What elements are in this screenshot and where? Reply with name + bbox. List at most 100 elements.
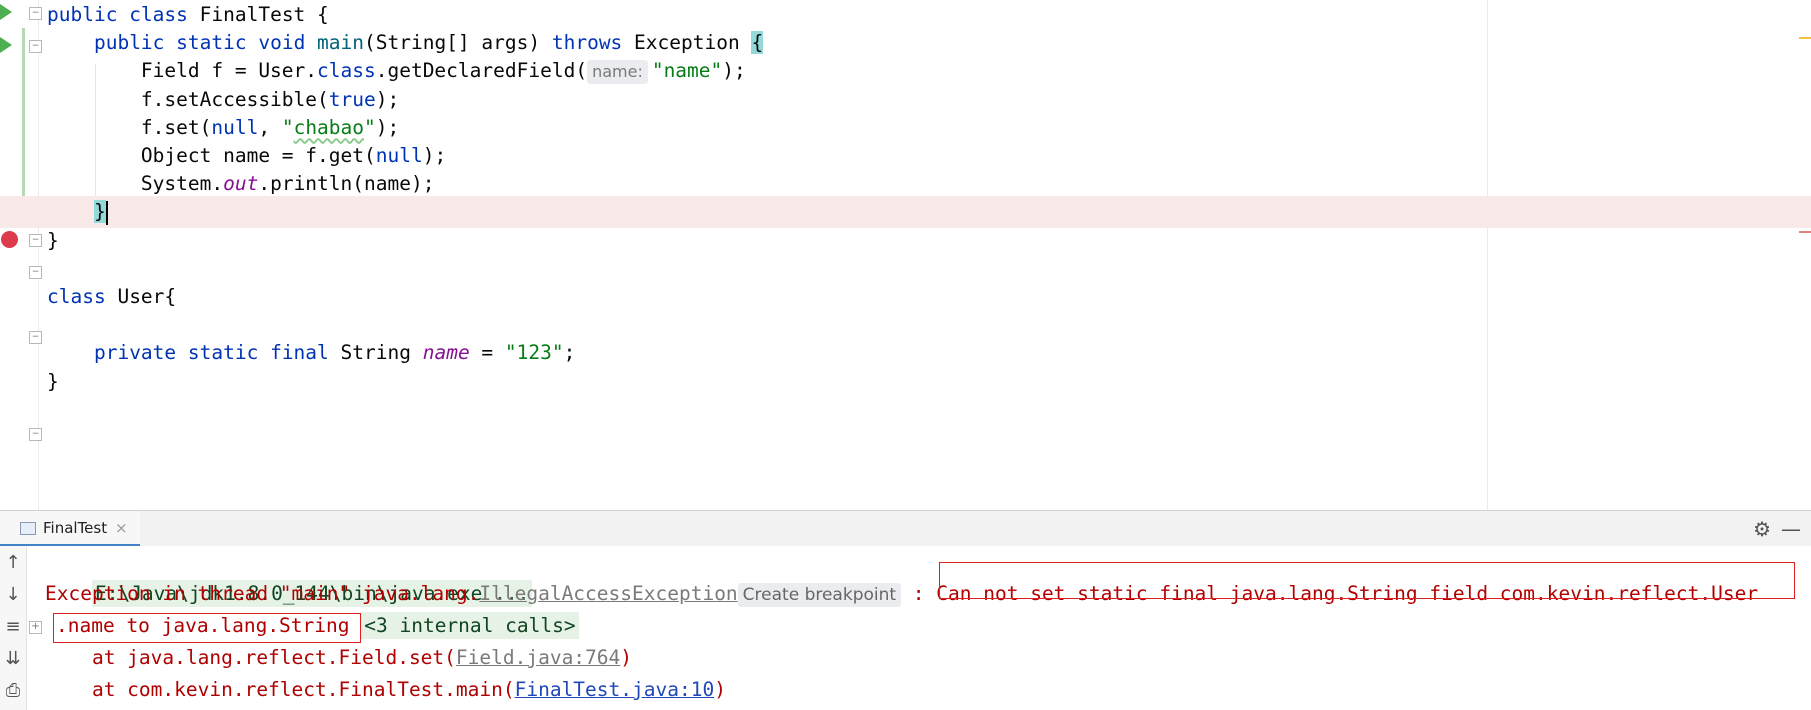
- code-line-text[interactable]: Object name = f.get(null);: [47, 140, 446, 172]
- exception-colon: :: [901, 582, 937, 605]
- code-line[interactable]: public static void main(String[] args) t…: [0, 27, 1811, 59]
- annotation-box-message: [939, 562, 1795, 599]
- console-tab-icon: [20, 522, 36, 535]
- annotation-box-message-cont: [53, 613, 361, 643]
- code-token: Field f = User.: [47, 59, 318, 83]
- fold-user-class-end-icon[interactable]: −: [29, 428, 42, 441]
- code-line[interactable]: private static final String name = "123"…: [0, 337, 1811, 369]
- code-line[interactable]: }: [0, 225, 1811, 257]
- code-token: "name": [651, 59, 723, 83]
- code-line[interactable]: f.setAccessible(true);: [0, 84, 1811, 116]
- down-arrow-icon[interactable]: ↓: [0, 584, 26, 605]
- code-token: static: [176, 31, 259, 55]
- expand-internal-calls-icon[interactable]: +: [29, 621, 42, 634]
- code-token: (String[] args): [364, 31, 552, 55]
- code-token: ,: [258, 115, 282, 139]
- code-line[interactable]: f.set(null, "chabao");: [0, 112, 1811, 144]
- run-tab-label: FinalTest: [43, 519, 108, 537]
- code-token: void: [258, 31, 318, 55]
- code-token: ": [281, 115, 294, 139]
- code-token: public: [93, 31, 177, 55]
- scroll-to-end-icon[interactable]: ⇊: [0, 648, 26, 669]
- code-token: name: [422, 341, 470, 365]
- code-token: true: [328, 87, 376, 111]
- code-line-text[interactable]: }: [47, 366, 59, 398]
- trace1-link[interactable]: Field.java:764: [456, 646, 620, 669]
- console-toolbar: ↑ ↓ ≡ ⇊ ⎙: [0, 546, 27, 710]
- code-token: class: [317, 59, 376, 83]
- run-tab-finaltest[interactable]: FinalTest ×: [0, 511, 140, 547]
- code-token: "123": [504, 341, 564, 365]
- code-line[interactable]: }: [0, 196, 1811, 229]
- trace2-suffix: ): [714, 678, 726, 701]
- matched-brace: {: [751, 31, 764, 55]
- code-line[interactable]: }: [0, 366, 1811, 398]
- stack-trace-line-1: at java.lang.reflect.Field.set(Field.jav…: [45, 642, 632, 674]
- code-token: private: [93, 341, 188, 365]
- code-token: Exception: [634, 31, 752, 55]
- exception-class-link[interactable]: IllegalAccessException: [479, 582, 737, 605]
- code-token: null: [375, 144, 423, 167]
- code-token: FinalTest {: [199, 3, 329, 26]
- code-token: class: [47, 285, 118, 308]
- matched-brace: }: [93, 200, 106, 224]
- code-token: String: [340, 341, 423, 365]
- code-token: Object name = f.get(: [47, 144, 376, 167]
- code-token: );: [422, 144, 447, 167]
- print-icon[interactable]: ⎙: [0, 680, 26, 701]
- code-token: );: [722, 59, 746, 83]
- code-line-text[interactable]: }: [47, 225, 59, 257]
- code-token: main: [317, 31, 365, 55]
- code-token: throws: [551, 31, 635, 55]
- code-line-text[interactable]: f.setAccessible(true);: [47, 84, 399, 116]
- code-line[interactable]: Field f = User.class.getDeclaredField(na…: [0, 55, 1811, 87]
- code-line[interactable]: [0, 309, 1811, 341]
- soft-wrap-icon[interactable]: ≡: [0, 616, 26, 637]
- code-line[interactable]: System.out.println(name);: [0, 168, 1811, 200]
- text-caret: [105, 200, 108, 225]
- trace2-prefix: at com.kevin.reflect.FinalTest.main(: [45, 678, 515, 701]
- gear-icon[interactable]: ⚙: [1753, 517, 1771, 541]
- code-token: }: [47, 228, 59, 252]
- code-token: User{: [117, 285, 177, 308]
- code-line-text[interactable]: Field f = User.class.getDeclaredField(na…: [47, 55, 746, 87]
- code-token: static: [187, 341, 271, 365]
- code-token: System.: [47, 172, 224, 196]
- code-line-text[interactable]: private static final String name = "123"…: [47, 337, 575, 369]
- code-line-text[interactable]: f.set(null, "chabao");: [47, 112, 399, 144]
- trace1-suffix: ): [620, 646, 633, 669]
- code-token: ": [364, 115, 376, 139]
- minimize-icon[interactable]: —: [1781, 517, 1801, 541]
- trace2-link[interactable]: FinalTest.java:10: [515, 678, 715, 701]
- exception-prefix: Exception in thread "main" java.lang.: [45, 582, 480, 605]
- trace1-prefix: at java.lang.reflect.Field.set(: [45, 646, 456, 669]
- parameter-hint: name:: [587, 60, 648, 85]
- stack-trace-line-2: at com.kevin.reflect.FinalTest.main(Fina…: [45, 674, 726, 706]
- run-tool-window-header: FinalTest × ⚙ —: [0, 510, 1811, 548]
- code-line-text[interactable]: class User{: [47, 281, 176, 313]
- create-breakpoint-hint[interactable]: Create breakpoint: [737, 583, 902, 607]
- close-tab-icon[interactable]: ×: [115, 511, 128, 545]
- code-editor[interactable]: − − − − − − public class FinalTest { pub…: [0, 0, 1811, 510]
- code-token: class: [129, 3, 200, 26]
- code-line-text[interactable]: public static void main(String[] args) t…: [47, 27, 764, 59]
- code-token: ;: [563, 341, 576, 365]
- up-arrow-icon[interactable]: ↑: [0, 552, 26, 573]
- code-line[interactable]: class User{: [0, 281, 1811, 313]
- code-line-text[interactable]: }: [47, 196, 108, 228]
- code-line[interactable]: Object name = f.get(null);: [0, 140, 1811, 172]
- code-token: final: [270, 341, 341, 365]
- code-line[interactable]: [0, 253, 1811, 285]
- code-token: public: [47, 3, 130, 26]
- code-token: .getDeclaredField(: [375, 59, 588, 83]
- code-token: f.setAccessible(: [47, 87, 329, 111]
- code-token: null: [211, 115, 259, 139]
- run-console[interactable]: ↑ ↓ ≡ ⇊ ⎙ E:\Java\jdk1.8.0_144\bin\java.…: [0, 546, 1811, 710]
- code-line-text[interactable]: System.out.println(name);: [47, 168, 435, 200]
- code-token: );: [375, 87, 400, 111]
- code-token: out: [223, 172, 259, 196]
- internal-calls-fold[interactable]: <3 internal calls>: [361, 612, 579, 639]
- code-token: .println(name);: [258, 172, 435, 196]
